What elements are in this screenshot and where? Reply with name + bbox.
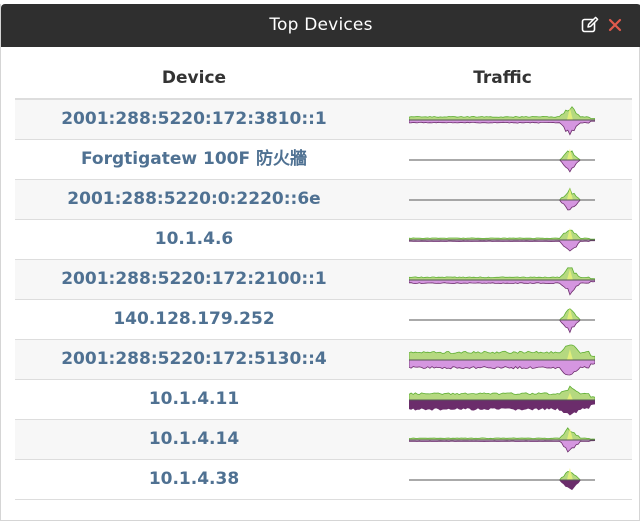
table-row: 2001:288:5220:172:2100::1 [15,260,632,300]
table-row: 10.1.4.38 [15,460,632,500]
device-link[interactable]: 2001:288:5220:172:2100::1 [15,260,373,299]
device-link[interactable]: 2001:288:5220:172:3810::1 [15,100,373,139]
traffic-sparkline[interactable] [409,384,595,416]
device-link[interactable]: Forgtigatew 100F 防火牆 [15,140,373,179]
outbound-traffic-area [409,119,595,136]
device-link[interactable]: 10.1.4.6 [15,220,373,259]
inbound-traffic-area [409,471,595,481]
table-row: 2001:288:5220:0:2220::6e [15,180,632,220]
device-link[interactable]: 10.1.4.11 [15,380,373,419]
table-row: 10.1.4.11 [15,380,632,420]
outbound-traffic-area [409,199,595,211]
inbound-traffic-area [409,267,595,281]
inbound-traffic-area [409,344,595,361]
outbound-traffic-area [409,359,595,376]
table-row: 140.128.179.252 [15,300,632,340]
edit-icon[interactable] [580,15,600,35]
inbound-traffic-area [409,229,595,241]
device-link[interactable]: 10.1.4.14 [15,420,373,459]
traffic-sparkline[interactable] [409,144,595,176]
traffic-sparkline[interactable] [409,264,595,296]
device-link[interactable]: 2001:288:5220:172:5130::4 [15,340,373,379]
device-link[interactable]: 2001:288:5220:0:2220::6e [15,180,373,219]
outbound-traffic-area [409,279,595,296]
outbound-traffic-area [409,479,595,491]
outbound-traffic-area [409,239,595,252]
table-body: 2001:288:5220:172:3810::1 Forgtigatew 100… [15,100,632,500]
top-devices-widget: Top Devices Device Traffic 2001:288:5220… [0,4,640,521]
traffic-sparkline[interactable] [409,224,595,256]
table-row: Forgtigatew 100F 防火牆 [15,140,632,180]
close-icon[interactable] [605,15,625,35]
inbound-traffic-area [409,150,595,161]
outbound-traffic-area [409,159,595,173]
inbound-traffic-area [409,385,595,401]
outbound-traffic-area [409,399,595,416]
table-row: 10.1.4.14 [15,420,632,460]
traffic-sparkline[interactable] [409,424,595,456]
table-row: 10.1.4.6 [15,220,632,260]
widget-titlebar: Top Devices [1,4,640,47]
table-row: 2001:288:5220:172:3810::1 [15,100,632,140]
column-header-device: Device [161,68,227,88]
traffic-sparkline[interactable] [409,184,595,216]
device-link[interactable]: 10.1.4.38 [15,460,373,499]
table-row: 2001:288:5220:172:5130::4 [15,340,632,380]
inbound-traffic-area [409,308,595,321]
outbound-traffic-area [409,439,595,453]
traffic-sparkline[interactable] [409,304,595,336]
widget-title: Top Devices [269,15,373,35]
traffic-sparkline[interactable] [409,344,595,376]
inbound-traffic-area [409,187,595,201]
device-link[interactable]: 140.128.179.252 [15,300,373,339]
traffic-sparkline[interactable] [409,104,595,136]
traffic-sparkline[interactable] [409,464,595,496]
column-header-traffic: Traffic [473,68,532,88]
inbound-traffic-area [409,106,595,121]
outbound-traffic-area [409,319,595,334]
table-header: Device Traffic [15,59,632,100]
devices-table: Device Traffic 2001:288:5220:172:3810::1… [15,59,632,500]
inbound-traffic-area [409,427,595,441]
